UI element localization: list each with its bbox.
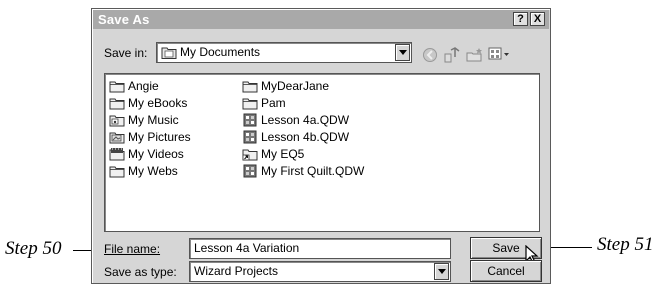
shortcut-icon <box>242 149 258 160</box>
file-list-item-label: My eBooks <box>128 95 188 110</box>
title-bar: Save As ? X <box>93 10 549 29</box>
file-list-item-label: Pam <box>261 95 286 110</box>
music-folder-icon <box>109 115 125 126</box>
file-list-item[interactable]: My Webs <box>109 163 178 178</box>
views-menu-icon <box>488 47 509 60</box>
step-51-leader-line <box>547 247 592 248</box>
folder-icon <box>109 166 125 177</box>
up-folder-icon[interactable] <box>443 47 461 63</box>
views-menu-button[interactable] <box>488 46 512 62</box>
file-list-item[interactable]: Angie <box>109 78 159 93</box>
file-list-item-label: My EQ5 <box>261 146 305 161</box>
save-in-value: My Documents <box>180 45 261 59</box>
file-list-item[interactable]: My First Quilt.QDW <box>242 163 364 178</box>
quilt-file-icon <box>243 164 257 177</box>
file-list-item-label: My Videos <box>128 146 184 161</box>
file-list-item[interactable]: Lesson 4b.QDW <box>242 129 349 144</box>
file-list-item-label: My Music <box>128 112 179 127</box>
save-as-type-value: Wizard Projects <box>194 264 279 278</box>
file-list-item[interactable]: My EQ5 <box>242 146 304 161</box>
step-51-callout: Step 51 <box>597 234 654 255</box>
file-list-item-label: MyDearJane <box>261 78 330 93</box>
dialog-title: Save As <box>98 12 150 27</box>
file-name-value: Lesson 4a Variation <box>194 241 300 255</box>
file-list-item-label: Lesson 4b.QDW <box>261 129 350 144</box>
file-list-item[interactable]: My Music <box>109 112 179 127</box>
save-in-dropdown[interactable]: My Documents <box>156 42 412 63</box>
documents-folder-icon <box>161 47 177 59</box>
file-list-item[interactable]: Pam <box>242 95 286 110</box>
file-list-item-label: Lesson 4a.QDW <box>261 112 350 127</box>
file-list-item-label: Angie <box>128 78 159 93</box>
file-list-item[interactable]: My Pictures <box>109 129 191 144</box>
save-as-type-dropdown[interactable]: Wizard Projects <box>189 261 451 282</box>
save-as-dialog: Save As ? X Save in: My Documents Angie … <box>91 8 551 284</box>
file-list-item[interactable]: Lesson 4a.QDW <box>242 112 349 127</box>
file-list-item[interactable]: MyDearJane <box>242 78 329 93</box>
help-button[interactable]: ? <box>513 12 528 26</box>
quilt-file-icon <box>243 130 257 143</box>
file-list[interactable]: Angie My eBooks My Music My Pictures My Vide… <box>104 73 540 232</box>
folder-icon <box>109 81 125 92</box>
folder-icon <box>242 98 258 109</box>
file-list-item-label: My Webs <box>128 163 178 178</box>
save-in-dropdown-button[interactable] <box>395 44 410 61</box>
step-50-callout: Step 50 <box>5 238 62 259</box>
quilt-file-icon <box>243 113 257 126</box>
save-as-type-dropdown-button[interactable] <box>434 263 449 280</box>
file-list-item[interactable]: My Videos <box>109 146 184 161</box>
new-folder-icon[interactable] <box>466 47 484 63</box>
file-list-item[interactable]: My eBooks <box>109 95 187 110</box>
save-as-type-label: Save as type: <box>104 265 177 279</box>
folder-icon <box>109 98 125 109</box>
back-icon[interactable] <box>422 47 438 63</box>
file-name-field[interactable]: Lesson 4a Variation <box>189 238 451 259</box>
folder-icon <box>242 81 258 92</box>
file-name-label: File name: <box>104 242 161 256</box>
chevron-down-icon <box>399 50 407 55</box>
pictures-folder-icon <box>109 132 125 143</box>
close-button[interactable]: X <box>530 12 545 26</box>
cancel-button[interactable]: Cancel <box>470 260 542 282</box>
save-in-label: Save in: <box>104 46 148 60</box>
file-list-item-label: My First Quilt.QDW <box>261 163 365 178</box>
video-folder-icon <box>109 147 125 160</box>
chevron-down-icon <box>438 269 446 274</box>
file-list-item-label: My Pictures <box>128 129 191 144</box>
